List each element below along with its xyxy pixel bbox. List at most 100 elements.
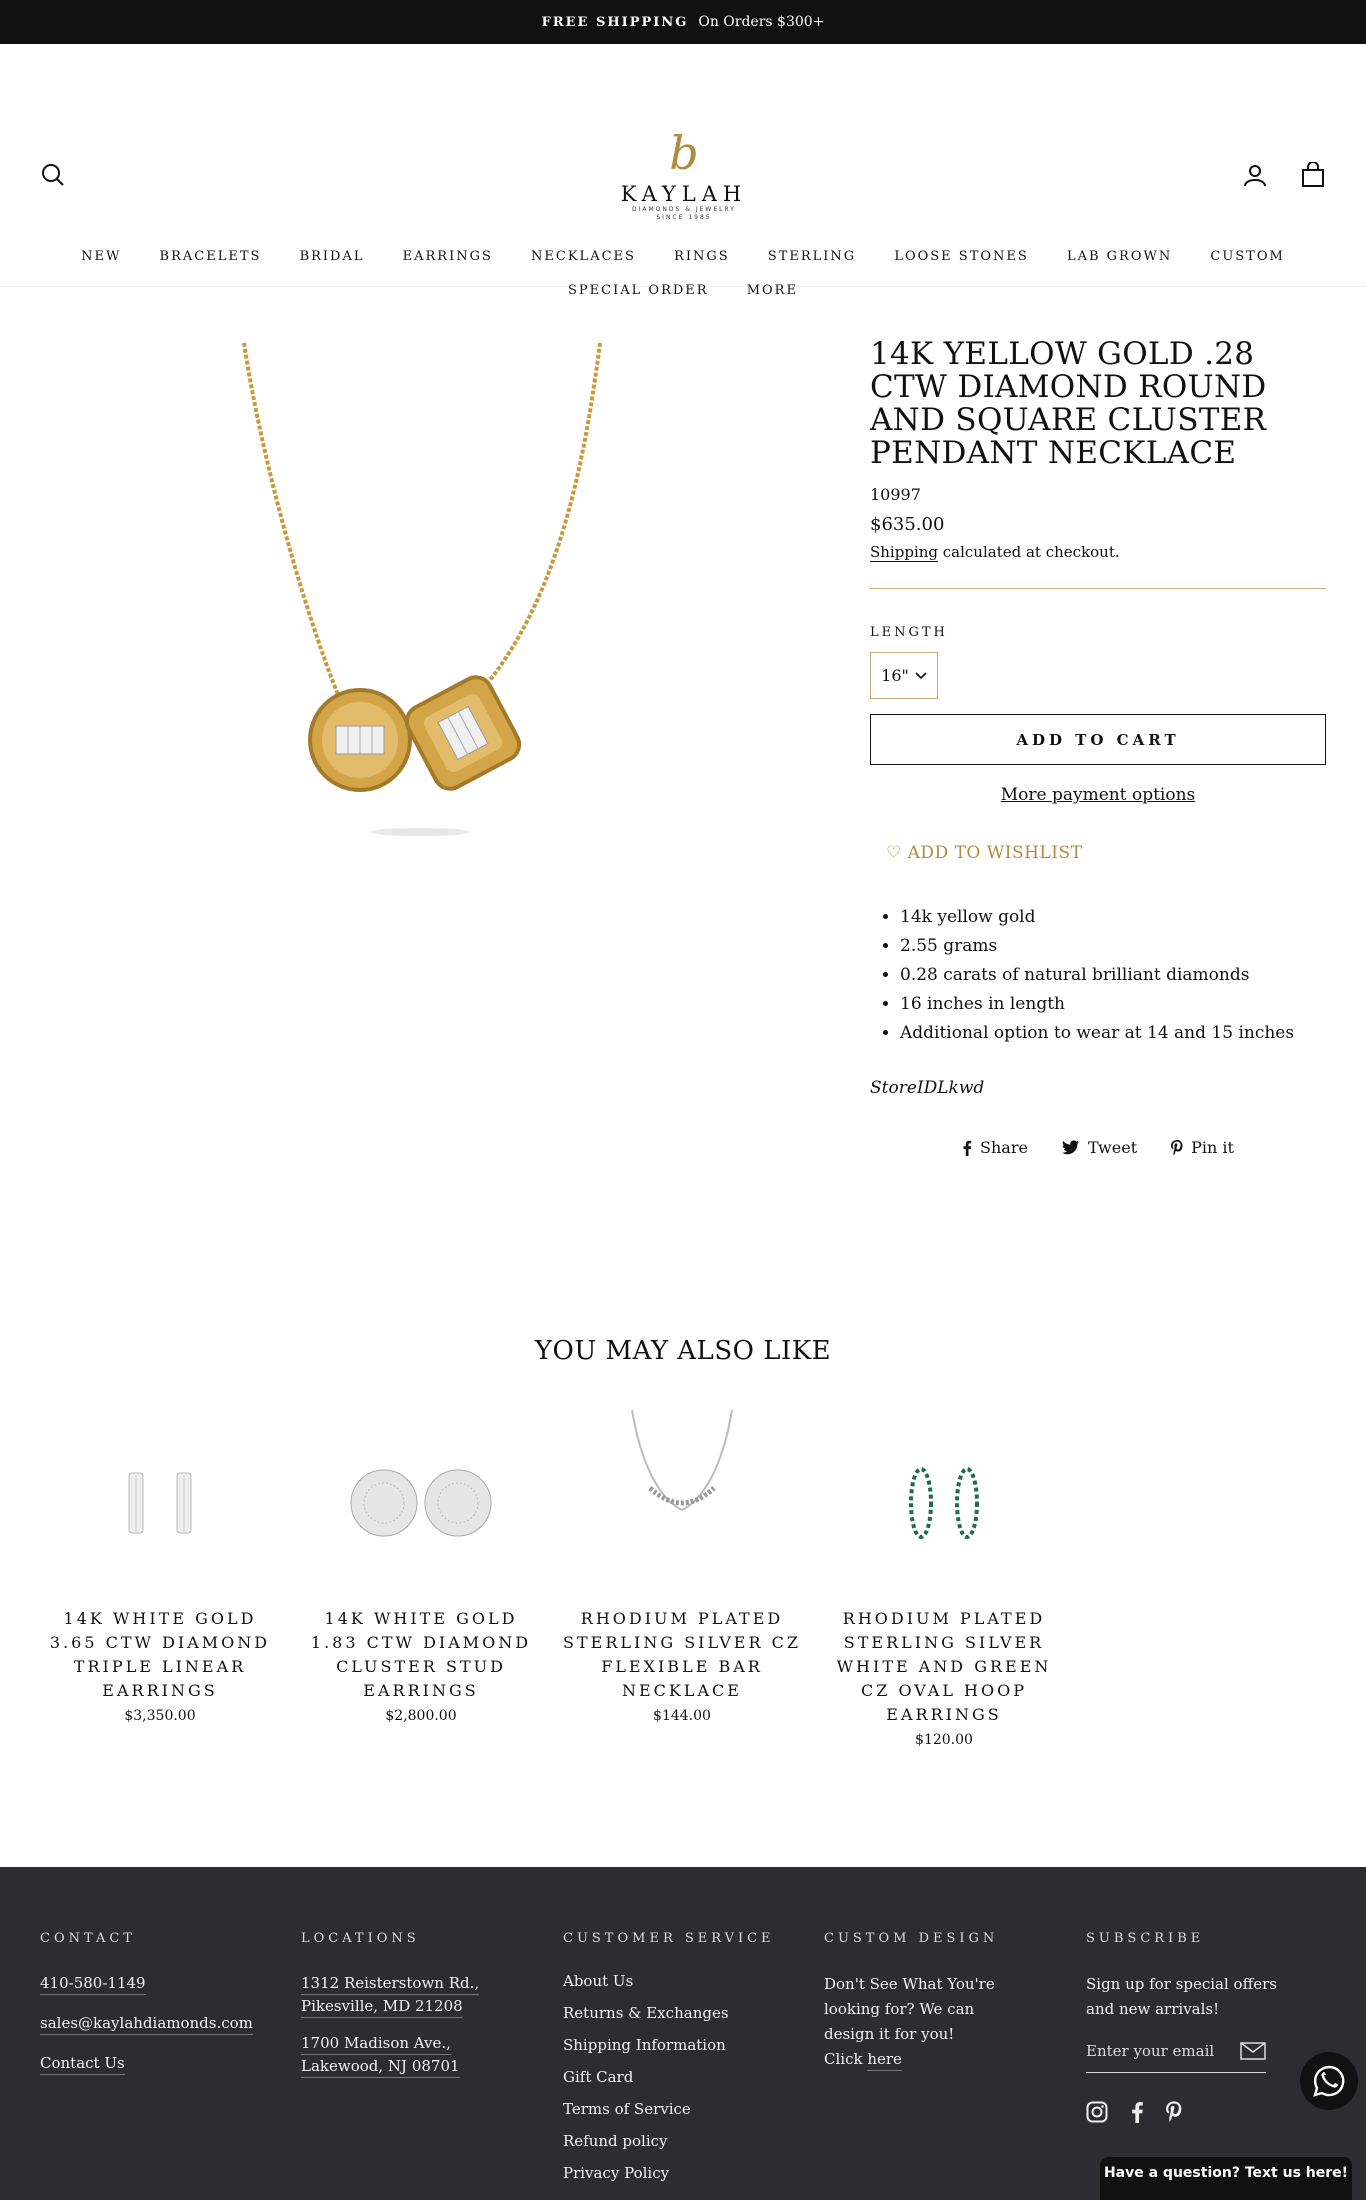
pinterest-icon[interactable] bbox=[1166, 2101, 1182, 2123]
footer-link-returns[interactable]: Returns & Exchanges bbox=[563, 2004, 803, 2022]
related-product-card[interactable]: 14K WHITE GOLD 1.83 CTW DIAMOND CLUSTER … bbox=[301, 1410, 541, 1724]
email-input[interactable]: Enter your email bbox=[1086, 2042, 1214, 2060]
footer-heading: SUBSCRIBE bbox=[1086, 1931, 1205, 1946]
footer-heading: CUSTOM DESIGN bbox=[824, 1931, 999, 1946]
subscribe-form: Enter your email bbox=[1086, 2042, 1266, 2073]
custom-design-link[interactable]: here bbox=[867, 2048, 902, 2071]
footer-link-terms[interactable]: Terms of Service bbox=[563, 2100, 803, 2118]
footer-link-shipping[interactable]: Shipping Information bbox=[563, 2036, 803, 2054]
nav-item-new[interactable]: NEW bbox=[81, 249, 121, 264]
related-product-card[interactable]: RHODIUM PLATED STERLING SILVER CZ FLEXIB… bbox=[562, 1410, 802, 1724]
product-sku: 10997 bbox=[870, 485, 921, 504]
chevron-down-icon bbox=[915, 671, 927, 679]
product-thumbnail[interactable] bbox=[40, 1410, 280, 1595]
cart-icon[interactable] bbox=[1300, 161, 1326, 188]
related-product-card[interactable]: 14K WHITE GOLD 3.65 CTW DIAMOND TRIPLE L… bbox=[40, 1410, 280, 1724]
share-row: Share Tweet Pin it bbox=[870, 1138, 1326, 1157]
related-product-card[interactable]: RHODIUM PLATED STERLING SILVER WHITE AND… bbox=[824, 1410, 1064, 1748]
related-product-name[interactable]: 14K WHITE GOLD 1.83 CTW DIAMOND CLUSTER … bbox=[301, 1607, 541, 1703]
nav-item-bracelets[interactable]: BRACELETS bbox=[160, 249, 262, 264]
nav-item-earrings[interactable]: EARRINGS bbox=[403, 249, 493, 264]
footer-custom-design: CUSTOM DESIGN Don't See What You're look… bbox=[824, 1931, 1064, 2072]
location-1-line-2[interactable]: Pikesville, MD 21208 bbox=[301, 1995, 463, 2018]
search-icon[interactable] bbox=[40, 162, 66, 188]
share-pinterest-button[interactable]: Pin it bbox=[1171, 1138, 1234, 1157]
footer-link-privacy[interactable]: Privacy Policy bbox=[563, 2164, 803, 2182]
location-2-line-1[interactable]: 1700 Madison Ave., bbox=[301, 2032, 451, 2055]
footer-heading: CONTACT bbox=[40, 1931, 136, 1946]
share-twitter-button[interactable]: Tweet bbox=[1061, 1138, 1138, 1157]
shipping-note-text: calculated at checkout. bbox=[938, 543, 1120, 561]
share-facebook-button[interactable]: Share bbox=[962, 1138, 1028, 1157]
share-label: Share bbox=[980, 1138, 1028, 1157]
feature-item: 0.28 carats of natural brilliant diamond… bbox=[900, 961, 1326, 990]
logo-mark: b bbox=[669, 126, 699, 180]
length-select[interactable]: 16" bbox=[870, 652, 938, 699]
add-to-wishlist-button[interactable]: ♡ ADD TO WISHLIST bbox=[886, 843, 1326, 863]
logo-sub: DIAMONDS & JEWELRY bbox=[632, 206, 736, 213]
shipping-note: Shipping calculated at checkout. bbox=[870, 543, 1326, 562]
product-thumbnail[interactable] bbox=[562, 1410, 802, 1595]
footer-link-about-us[interactable]: About Us bbox=[563, 1972, 803, 1990]
contact-us-link[interactable]: Contact Us bbox=[40, 2052, 125, 2075]
twitter-icon bbox=[1061, 1140, 1079, 1155]
tweet-label: Tweet bbox=[1087, 1138, 1138, 1157]
length-label: LENGTH bbox=[870, 625, 948, 640]
site-header: b KAYLAH DIAMONDS & JEWELRY SINCE 1985 N… bbox=[0, 44, 1366, 298]
announcement-strong: FREE SHIPPING bbox=[541, 14, 689, 30]
nav-item-custom[interactable]: CUSTOM bbox=[1210, 249, 1284, 264]
whatsapp-icon bbox=[1313, 2065, 1345, 2097]
subscribe-text: and new arrivals! bbox=[1086, 2000, 1220, 2018]
length-value: 16" bbox=[881, 666, 909, 685]
product-thumbnail[interactable] bbox=[824, 1410, 1064, 1595]
product-image[interactable] bbox=[220, 340, 640, 850]
custom-design-line: looking for? We can bbox=[824, 2000, 975, 2018]
footer-subscribe: SUBSCRIBE Sign up for special offers and… bbox=[1086, 1931, 1326, 2123]
related-product-price: $144.00 bbox=[653, 1708, 711, 1724]
nav-item-lab-grown[interactable]: LAB GROWN bbox=[1067, 249, 1172, 264]
instagram-icon[interactable] bbox=[1086, 2101, 1108, 2123]
nav-item-special-order[interactable]: SPECIAL ORDER bbox=[568, 283, 709, 298]
email-link[interactable]: sales@kaylahdiamonds.com bbox=[40, 2012, 253, 2035]
product-thumbnail[interactable] bbox=[301, 1410, 541, 1595]
location-2-line-2[interactable]: Lakewood, NJ 08701 bbox=[301, 2055, 460, 2078]
footer-customer-service: CUSTOMER SERVICE About Us Returns & Exch… bbox=[563, 1931, 803, 2196]
envelope-icon[interactable] bbox=[1240, 2042, 1266, 2060]
product-title: 14K YELLOW GOLD .28 CTW DIAMOND ROUND AN… bbox=[870, 336, 1267, 471]
custom-design-line: Don't See What You're bbox=[824, 1975, 995, 1993]
nav-item-sterling[interactable]: STERLING bbox=[768, 249, 856, 264]
nav-item-more[interactable]: MORE bbox=[747, 283, 798, 298]
main-nav-row-2: SPECIAL ORDER MORE bbox=[0, 283, 1366, 298]
text-us-chat-tab[interactable]: Have a question? Text us here! bbox=[1100, 2157, 1352, 2200]
nav-item-bridal[interactable]: BRIDAL bbox=[300, 249, 365, 264]
footer-locations: LOCATIONS 1312 Reisterstown Rd., Pikesvi… bbox=[301, 1931, 541, 2095]
related-product-name[interactable]: RHODIUM PLATED STERLING SILVER WHITE AND… bbox=[824, 1607, 1064, 1727]
feature-item: 2.55 grams bbox=[900, 932, 1326, 961]
facebook-icon[interactable] bbox=[1130, 2101, 1144, 2123]
more-payment-options-link[interactable]: More payment options bbox=[870, 785, 1326, 805]
related-product-price: $2,800.00 bbox=[385, 1708, 457, 1724]
feature-item: 16 inches in length bbox=[900, 990, 1326, 1019]
main-nav-row-1: NEW BRACELETS BRIDAL EARRINGS NECKLACES … bbox=[0, 249, 1366, 264]
store-id: StoreIDLkwd bbox=[870, 1078, 985, 1098]
user-icon[interactable] bbox=[1242, 162, 1268, 188]
nav-item-necklaces[interactable]: NECKLACES bbox=[531, 249, 636, 264]
add-to-cart-button[interactable]: ADD TO CART bbox=[870, 714, 1326, 765]
nav-item-rings[interactable]: RINGS bbox=[674, 249, 730, 264]
related-title: YOU MAY ALSO LIKE bbox=[534, 1336, 832, 1366]
related-product-name[interactable]: RHODIUM PLATED STERLING SILVER CZ FLEXIB… bbox=[562, 1607, 802, 1703]
nav-item-loose-stones[interactable]: LOOSE STONES bbox=[894, 249, 1028, 264]
footer-link-gift-card[interactable]: Gift Card bbox=[563, 2068, 803, 2086]
location-1-line-1[interactable]: 1312 Reisterstown Rd., bbox=[301, 1972, 480, 1995]
site-logo[interactable]: b KAYLAH DIAMONDS & JEWELRY SINCE 1985 bbox=[609, 124, 759, 222]
subscribe-text: Sign up for special offers bbox=[1086, 1975, 1277, 1993]
phone-link[interactable]: 410-580-1149 bbox=[40, 1972, 146, 1995]
logo-name: KAYLAH bbox=[620, 182, 748, 206]
related-product-name[interactable]: 14K WHITE GOLD 3.65 CTW DIAMOND TRIPLE L… bbox=[40, 1607, 280, 1703]
whatsapp-chat-button[interactable] bbox=[1300, 2052, 1358, 2110]
shipping-link[interactable]: Shipping bbox=[870, 543, 938, 562]
feature-item: 14k yellow gold bbox=[900, 903, 1326, 932]
footer-heading: LOCATIONS bbox=[301, 1931, 420, 1946]
footer-link-refund[interactable]: Refund policy bbox=[563, 2132, 803, 2150]
footer-contact: CONTACT 410-580-1149 sales@kaylahdiamond… bbox=[40, 1931, 280, 2092]
